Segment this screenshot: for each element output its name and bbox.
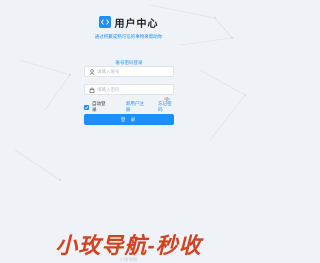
footer-caption: 小玫导航 <box>119 257 138 262</box>
header: 用户中心 通过积聚成熟可信的事物来帮助你 <box>0 14 257 40</box>
user-icon <box>88 68 96 75</box>
subtitle: 通过积聚成熟可信的事物来帮助你 <box>94 34 163 39</box>
password-input[interactable] <box>96 87 167 92</box>
remember-label: 自动登录 <box>91 101 106 112</box>
code-brackets-icon <box>98 16 111 28</box>
forgot-password-link[interactable]: 忘记密码 <box>158 101 176 113</box>
footer-watermark-logo: 小玫导航-秒收 <box>55 233 202 258</box>
password-field <box>84 84 174 101</box>
username-input[interactable] <box>96 69 167 74</box>
login-button[interactable]: 登 录 <box>84 114 174 125</box>
lock-icon <box>88 87 96 93</box>
remember-checkbox[interactable] <box>84 104 89 110</box>
login-options: 自动登录 新用户注册 忘记密码 <box>84 101 176 113</box>
logo-row: 用户中心 <box>0 14 257 30</box>
footer: 小玫导航-秒收 小玫导航 <box>0 228 257 263</box>
username-field <box>84 66 174 77</box>
register-link[interactable]: 新用户注册 <box>126 101 148 113</box>
app-title: 用户中心 <box>114 18 159 30</box>
